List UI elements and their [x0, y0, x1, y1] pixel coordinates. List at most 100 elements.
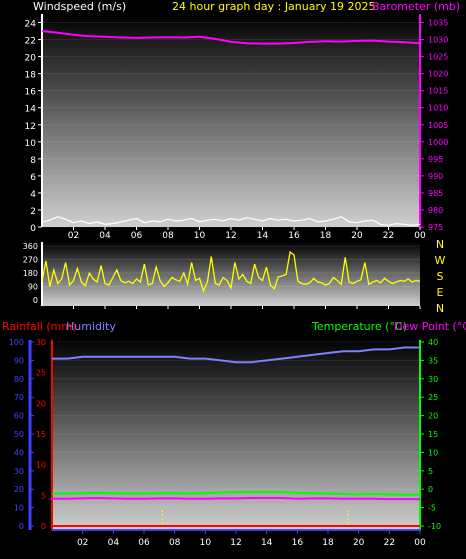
x-tick-label: 16: [292, 538, 304, 548]
y-tick-label: 985: [428, 189, 443, 198]
x-tick-label: 20: [351, 231, 363, 241]
compass-label-e: E: [437, 286, 444, 299]
y-tick-label: 180: [23, 269, 38, 278]
y-tick-label: 10: [36, 461, 46, 470]
y-tick-label: 10: [14, 504, 24, 513]
bottom-panel: 0102030405060708090100 051015202530 -10-…: [9, 338, 441, 548]
x-tick-label: 04: [108, 538, 120, 548]
y-tick-label: 30: [36, 338, 46, 347]
y-tick-label: 0: [33, 296, 38, 305]
y-tick-label: 0: [30, 224, 36, 234]
y-tick-label: 15: [428, 430, 438, 439]
compass-label-w: W: [435, 254, 446, 267]
windspeed-label: Windspeed (m/s): [33, 0, 126, 13]
x-tick-label: 02: [77, 538, 88, 548]
chart-title: 24 hour graph day : January 19 2025: [172, 0, 376, 13]
y-tick-label: 40: [428, 338, 438, 347]
x-tick-label: 12: [230, 538, 241, 548]
y-tick-label: 6: [30, 173, 36, 183]
dew-point-label: Dew Point (°C): [394, 320, 466, 333]
dew-point-line: [52, 496, 420, 501]
y-tick-label: 30: [428, 375, 438, 384]
y-tick-label: 8: [30, 156, 36, 166]
barometer-label: Barometer (mb): [372, 0, 460, 13]
y-tick-label: 360: [23, 242, 38, 251]
x-tick-label: 14: [261, 538, 273, 548]
y-tick-label: 16: [25, 88, 37, 98]
top-panel: 024681012141618202224 975980985990995100…: [25, 14, 448, 241]
x-tick-label: 06: [131, 231, 143, 241]
y-tick-label: 0: [19, 522, 24, 531]
x-tick-label: 04: [99, 231, 111, 241]
compass-label-s: S: [437, 270, 444, 283]
weather-graph: Windspeed (m/s) 24 hour graph day : Janu…: [2, 0, 466, 548]
compass-label-n: N: [436, 238, 444, 251]
x-tick-label: 22: [384, 538, 395, 548]
x-tick-label: 18: [320, 231, 332, 241]
y-tick-label: 60: [14, 412, 24, 421]
y-tick-label: 5: [428, 467, 433, 476]
x-tick-label: 10: [200, 538, 212, 548]
x-tick-label: 06: [138, 538, 150, 548]
x-tick-label: 14: [257, 231, 269, 241]
y-tick-label: 990: [428, 172, 443, 181]
compass-label-n: N: [436, 302, 444, 315]
y-tick-label: 80: [14, 375, 24, 384]
y-tick-label: 10: [428, 448, 438, 457]
x-tick-label: 18: [322, 538, 334, 548]
y-tick-label: 1025: [428, 53, 448, 62]
y-tick-label: 25: [36, 369, 46, 378]
y-tick-label: 22: [25, 37, 36, 47]
y-tick-label: 14: [25, 105, 37, 115]
y-tick-label: 1000: [428, 138, 448, 147]
x-tick-label: 22: [383, 231, 394, 241]
x-tick-label: 00: [414, 231, 426, 241]
y-tick-label: 1020: [428, 70, 448, 79]
y-tick-label: 980: [428, 206, 443, 215]
y-tick-label: -10: [428, 522, 441, 531]
y-tick-label: 100: [9, 338, 24, 347]
temperature-label: Temperature (°C): [311, 320, 407, 333]
y-tick-label: 20: [25, 54, 37, 64]
y-tick-label: 40: [14, 448, 24, 457]
x-tick-label: 12: [225, 231, 236, 241]
x-tick-label: 08: [169, 538, 181, 548]
y-tick-label: 995: [428, 155, 443, 164]
x-tick-label: 16: [288, 231, 300, 241]
y-tick-label: 18: [25, 71, 37, 81]
y-tick-label: 5: [41, 491, 46, 500]
y-tick-label: 1030: [428, 36, 448, 45]
x-tick-label: 08: [162, 231, 174, 241]
y-tick-label: 20: [36, 399, 46, 408]
y-tick-label: 1010: [428, 104, 448, 113]
y-tick-label: 1005: [428, 121, 448, 130]
y-tick-label: 12: [25, 122, 36, 132]
x-tick-label: 02: [68, 231, 79, 241]
y-tick-label: 1015: [428, 87, 448, 96]
y-tick-label: 2: [30, 207, 36, 217]
y-tick-label: 20: [14, 485, 24, 494]
y-tick-label: 70: [14, 393, 24, 402]
y-tick-label: 30: [14, 467, 24, 476]
y-tick-label: 0: [428, 485, 433, 494]
humidity-label: Humidity: [66, 320, 116, 333]
y-tick-label: 50: [14, 430, 24, 439]
y-tick-label: 24: [25, 20, 37, 30]
middle-panel: 360270180900 NWSEN: [23, 238, 446, 315]
y-tick-label: 20: [428, 412, 438, 421]
x-tick-label: 00: [414, 538, 426, 548]
x-tick-label: 20: [353, 538, 365, 548]
top-plot-area: [42, 14, 420, 227]
y-tick-label: 0: [41, 522, 46, 531]
y-tick-label: -5: [428, 504, 436, 513]
y-tick-label: 25: [428, 393, 438, 402]
y-tick-label: 35: [428, 356, 438, 365]
y-tick-label: 4: [30, 190, 36, 200]
y-tick-label: 270: [23, 256, 38, 265]
y-tick-label: 90: [28, 283, 38, 292]
y-tick-label: 10: [25, 139, 37, 149]
x-tick-label: 10: [194, 231, 206, 241]
y-tick-label: 15: [36, 430, 46, 439]
y-tick-label: 90: [14, 356, 24, 365]
y-tick-label: 975: [428, 223, 443, 232]
